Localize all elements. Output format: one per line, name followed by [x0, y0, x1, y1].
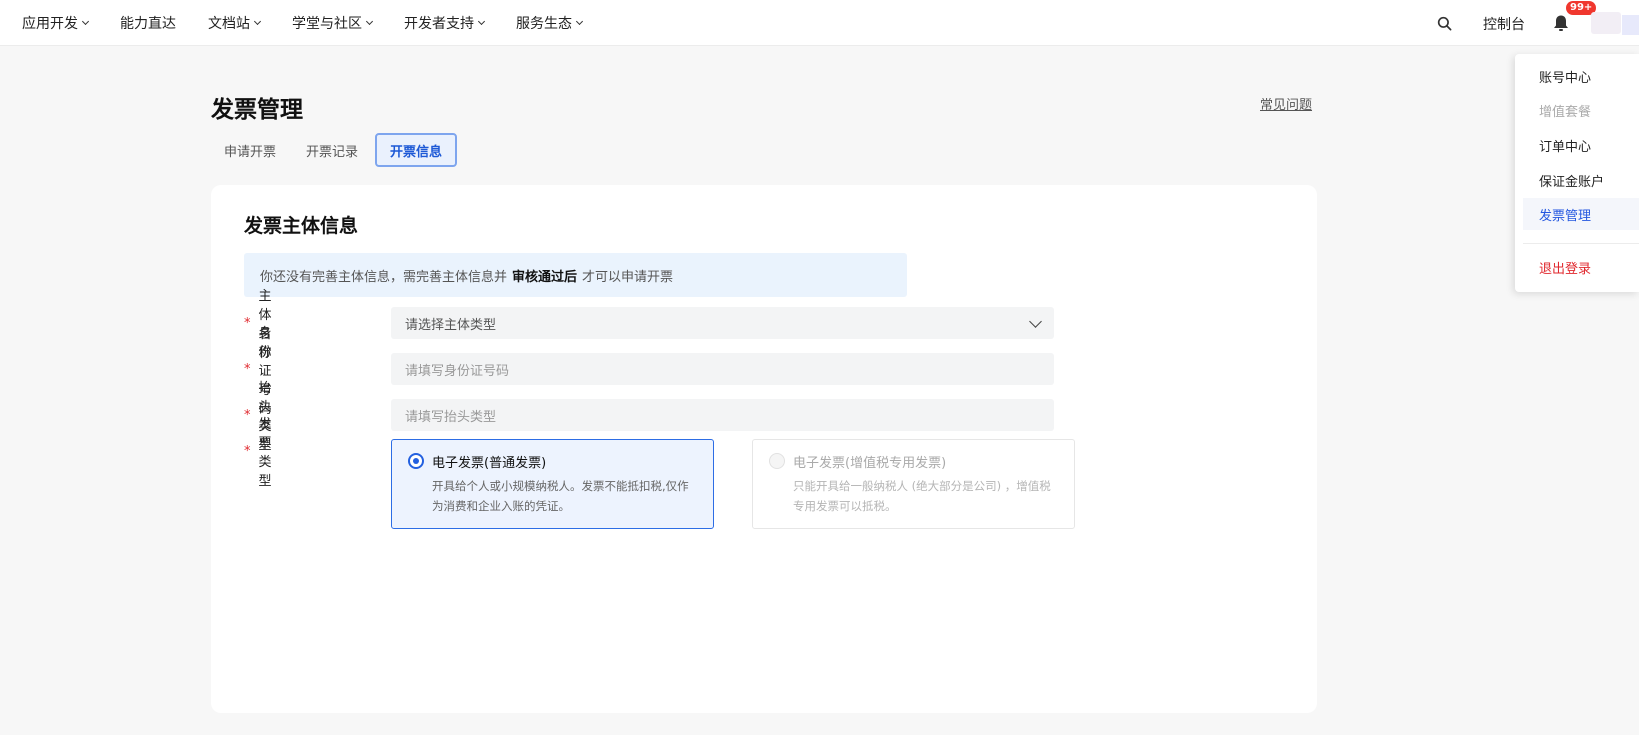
nav-item-community[interactable]: 学堂与社区 — [292, 13, 374, 33]
option-title: 电子发票(普通发票) — [432, 456, 547, 471]
console-link[interactable]: 控制台 — [1483, 14, 1525, 34]
invoice-option-general[interactable]: 电子发票(普通发票) 开具给个人或小规模纳税人。发票不能抵扣税,仅作为消费和企业… — [391, 439, 714, 529]
menu-item-value-added-plan: 增值套餐 — [1539, 104, 1592, 120]
page-title: 发票管理 — [211, 97, 303, 123]
entity-type-select[interactable]: 请选择主体类型 — [391, 307, 1054, 339]
option-description: 开具给个人或小规模纳税人。发票不能抵扣税,仅作为消费和企业入账的凭证。 — [432, 479, 689, 513]
menu-item-logout[interactable]: 退出登录 — [1515, 251, 1639, 283]
menu-divider — [1523, 243, 1639, 244]
radio-selected[interactable] — [408, 453, 424, 469]
required-asterisk: * — [244, 443, 251, 459]
id-number-input[interactable]: 请填写身份证号码 — [391, 353, 1054, 385]
top-navigation: 应用开发 能力直达 文档站 学堂与社区 开发者支持 服务生态 控制台 99+ — [0, 0, 1639, 46]
tab-apply-invoice[interactable]: 申请开票 — [211, 133, 289, 167]
nav-item-capabilities[interactable]: 能力直达 — [120, 13, 176, 33]
chevron-down-icon — [365, 17, 374, 26]
required-asterisk: * — [244, 315, 251, 331]
account-dropdown-menu: 账号中心 增值套餐 订单中心 保证金账户 发票管理 退出登录 — [1515, 54, 1639, 292]
tab-invoice-info[interactable]: 开票信息 — [375, 133, 458, 167]
bell-icon[interactable] — [1551, 13, 1571, 33]
tab-invoice-records[interactable]: 开票记录 — [293, 133, 371, 167]
required-asterisk: * — [244, 361, 251, 377]
section-title: 发票主体信息 — [244, 215, 359, 237]
option-description: 只能开具给一般纳税人 (绝大部分是公司) ，增值税专用发票可以抵税。 — [793, 479, 1051, 513]
nav-menu: 应用开发 能力直达 文档站 学堂与社区 开发者支持 服务生态 — [22, 0, 614, 46]
avatar[interactable] — [1591, 12, 1621, 34]
menu-item-order-center[interactable]: 订单中心 — [1515, 129, 1639, 161]
chevron-down-icon — [477, 17, 486, 26]
menu-item-account-center[interactable]: 账号中心 — [1515, 60, 1639, 92]
menu-item-deposit-account[interactable]: 保证金账户 — [1515, 164, 1639, 196]
chevron-down-icon — [575, 17, 584, 26]
chevron-down-icon — [81, 17, 90, 26]
header-type-input[interactable]: 请填写抬头类型 — [391, 399, 1054, 431]
menu-item-invoice-management[interactable]: 发票管理 — [1523, 198, 1639, 230]
nav-item-docs[interactable]: 文档站 — [208, 13, 262, 33]
nav-item-dev-support[interactable]: 开发者支持 — [404, 13, 486, 33]
required-asterisk: * — [244, 407, 251, 423]
radio-disabled — [769, 453, 785, 469]
invoice-option-vat-special: 电子发票(增值税专用发票) 只能开具给一般纳税人 (绝大部分是公司) ，增值税专… — [752, 439, 1075, 529]
faq-link[interactable]: 常见问题 — [1260, 94, 1312, 113]
username-truncated[interactable] — [1622, 15, 1639, 35]
option-title: 电子发票(增值税专用发票) — [793, 456, 947, 471]
chevron-down-icon — [253, 17, 262, 26]
info-notice: 你还没有完善主体信息，需完善主体信息并 审核通过后 才可以申请开票 — [244, 253, 907, 297]
nav-item-app-dev[interactable]: 应用开发 — [22, 13, 90, 33]
invoice-tabs: 申请开票 开票记录 开票信息 — [211, 133, 461, 169]
nav-item-ecosystem[interactable]: 服务生态 — [516, 13, 584, 33]
search-icon[interactable] — [1437, 16, 1452, 31]
invoice-info-card: 发票主体信息 你还没有完善主体信息，需完善主体信息并 审核通过后 才可以申请开票… — [211, 185, 1317, 713]
chevron-down-icon — [1029, 315, 1042, 328]
invoice-type-label: * 发票类型 — [244, 417, 272, 489]
